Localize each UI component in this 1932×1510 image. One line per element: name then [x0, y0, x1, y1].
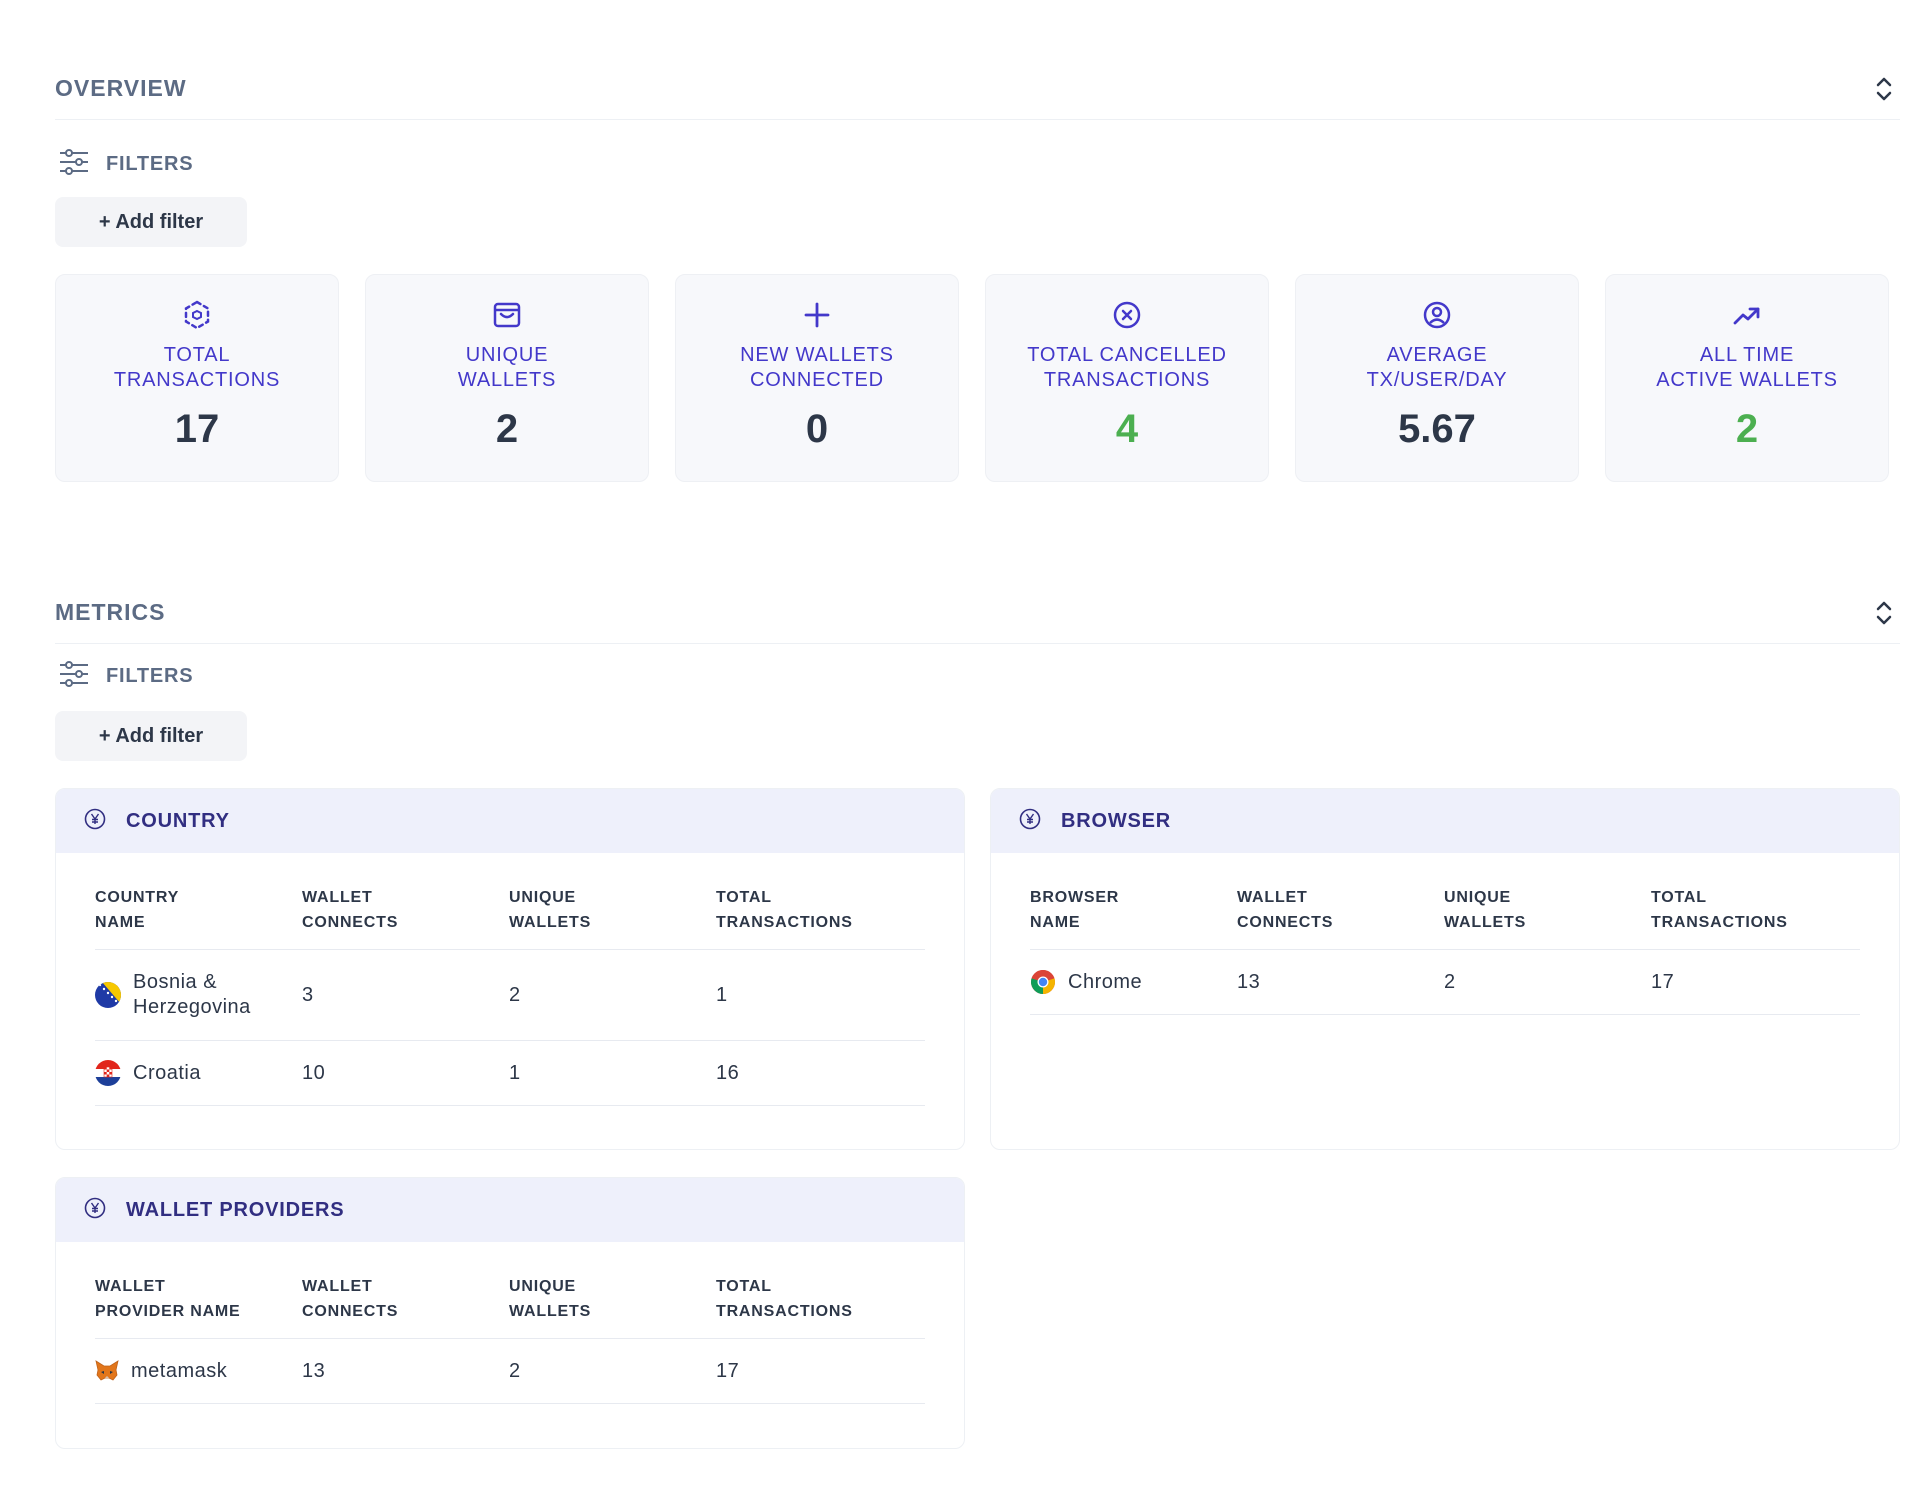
overview-stats: TOTAL TRANSACTIONS 17 UNIQUE WALLETS 2 N…	[55, 274, 1889, 482]
stat-label: ALL TIME ACTIVE WALLETS	[1656, 344, 1838, 391]
panel-title: BROWSER	[1061, 809, 1172, 832]
filters-label: FILTERS	[106, 152, 194, 175]
stat-card-average-tx-user-day: AVERAGE TX/USER/DAY 5.67	[1295, 274, 1579, 482]
trending-up-icon	[1731, 299, 1763, 331]
panel-title: COUNTRY	[126, 809, 230, 832]
bosnia-flag-icon	[95, 982, 121, 1008]
total-transactions-cell: 1	[716, 949, 925, 1041]
stat-value: 5.67	[1398, 407, 1476, 451]
metrics-header: METRICS	[55, 582, 1900, 644]
table-row: metamask 13 2 17	[95, 1338, 925, 1404]
stat-value: 0	[805, 407, 829, 451]
total-transactions-cell: 17	[716, 1338, 925, 1404]
wallet-connects-cell: 3	[302, 949, 509, 1041]
filters-sliders-icon	[58, 146, 90, 183]
total-transactions-cell: 17	[1651, 949, 1860, 1015]
table-row: Bosnia & Herzegovina 3 2 1	[95, 949, 925, 1041]
cube-icon	[181, 299, 213, 331]
add-filter-button[interactable]: + Add filter	[55, 197, 247, 247]
stat-card-unique-wallets: UNIQUE WALLETS 2	[365, 274, 649, 482]
column-header[interactable]: BROWSER NAME	[1030, 885, 1237, 950]
add-filter-button[interactable]: + Add filter	[55, 711, 247, 761]
panel-header: COUNTRY	[56, 789, 964, 853]
column-header[interactable]: WALLET CONNECTS	[1237, 885, 1444, 950]
browser-name: Chrome	[1068, 970, 1143, 993]
browser-table: BROWSER NAME WALLET CONNECTS UNIQUE WALL…	[1030, 885, 1860, 1015]
column-header[interactable]: COUNTRY NAME	[95, 885, 302, 950]
column-header[interactable]: WALLET PROVIDER NAME	[95, 1274, 302, 1339]
column-header[interactable]: TOTAL TRANSACTIONS	[716, 1274, 925, 1339]
wallet-connects-cell: 13	[1237, 949, 1444, 1015]
column-header[interactable]: UNIQUE WALLETS	[509, 885, 716, 950]
plus-icon	[801, 299, 833, 331]
expand-collapse-icon[interactable]	[1868, 73, 1900, 105]
x-circle-icon	[1111, 299, 1143, 331]
column-header[interactable]: WALLET CONNECTS	[302, 885, 509, 950]
stat-card-total-transactions: TOTAL TRANSACTIONS 17	[55, 274, 339, 482]
total-transactions-cell: 16	[716, 1040, 925, 1106]
stat-label: NEW WALLETS CONNECTED	[740, 344, 894, 391]
expand-collapse-icon[interactable]	[1868, 597, 1900, 629]
stat-value: 17	[174, 407, 220, 451]
stat-value: 4	[1115, 407, 1139, 451]
croatia-flag-icon	[95, 1060, 121, 1086]
stat-label: TOTAL TRANSACTIONS	[113, 344, 281, 391]
stat-card-new-wallets-connected: NEW WALLETS CONNECTED 0	[675, 274, 959, 482]
chrome-icon	[1030, 969, 1056, 995]
metamask-fox-icon	[95, 1360, 119, 1382]
unique-wallets-cell: 2	[1444, 949, 1651, 1015]
filters-sliders-icon	[58, 658, 90, 695]
yen-circle-icon	[84, 1197, 106, 1224]
column-header[interactable]: TOTAL TRANSACTIONS	[716, 885, 925, 950]
stat-card-total-cancelled-transactions: TOTAL CANCELLED TRANSACTIONS 4	[985, 274, 1269, 482]
wallet-icon	[491, 299, 523, 331]
filters-label: FILTERS	[106, 664, 194, 687]
unique-wallets-cell: 2	[509, 1338, 716, 1404]
table-row: Croatia 10 1 16	[95, 1040, 925, 1106]
column-header[interactable]: UNIQUE WALLETS	[509, 1274, 716, 1339]
stat-value: 2	[1735, 407, 1759, 451]
metrics-title: METRICS	[55, 599, 166, 625]
metrics-filters-row: FILTERS	[58, 660, 193, 692]
panel-title: WALLET PROVIDERS	[126, 1198, 345, 1221]
overview-header: OVERVIEW	[55, 58, 1900, 120]
panel-header: BROWSER	[991, 789, 1899, 853]
unique-wallets-cell: 2	[509, 949, 716, 1041]
wallet-connects-cell: 13	[302, 1338, 509, 1404]
stat-card-all-time-active-wallets: ALL TIME ACTIVE WALLETS 2	[1605, 274, 1889, 482]
table-row: Chrome 13 2 17	[1030, 949, 1860, 1015]
overview-filters-row: FILTERS	[58, 148, 193, 180]
column-header[interactable]: WALLET CONNECTS	[302, 1274, 509, 1339]
wallet-providers-table: WALLET PROVIDER NAME WALLET CONNECTS UNI…	[95, 1274, 925, 1404]
yen-circle-icon	[84, 808, 106, 835]
country-panel: COUNTRY COUNTRY NAME WALLET CONNECTS UNI…	[55, 788, 965, 1150]
dashboard-page: OVERVIEW FILTERS + Add filter TOTAL TRAN…	[0, 0, 1932, 1510]
country-name: Croatia	[133, 1061, 201, 1084]
stat-label: TOTAL CANCELLED TRANSACTIONS	[1027, 344, 1227, 391]
unique-wallets-cell: 1	[509, 1040, 716, 1106]
yen-circle-icon	[1019, 808, 1041, 835]
overview-title: OVERVIEW	[55, 75, 187, 101]
wallet-provider-name: metamask	[131, 1359, 228, 1382]
stat-value: 2	[495, 407, 519, 451]
browser-panel: BROWSER BROWSER NAME WALLET CONNECTS UNI…	[990, 788, 1900, 1150]
column-header[interactable]: TOTAL TRANSACTIONS	[1651, 885, 1860, 950]
panel-header: WALLET PROVIDERS	[56, 1178, 964, 1242]
user-circle-icon	[1421, 299, 1453, 331]
stat-label: AVERAGE TX/USER/DAY	[1366, 344, 1508, 391]
column-header[interactable]: UNIQUE WALLETS	[1444, 885, 1651, 950]
country-name: Bosnia & Herzegovina	[133, 971, 251, 1018]
wallet-providers-panel: WALLET PROVIDERS WALLET PROVIDER NAME WA…	[55, 1177, 965, 1449]
wallet-connects-cell: 10	[302, 1040, 509, 1106]
stat-label: UNIQUE WALLETS	[457, 344, 557, 391]
country-table: COUNTRY NAME WALLET CONNECTS UNIQUE WALL…	[95, 885, 925, 1106]
